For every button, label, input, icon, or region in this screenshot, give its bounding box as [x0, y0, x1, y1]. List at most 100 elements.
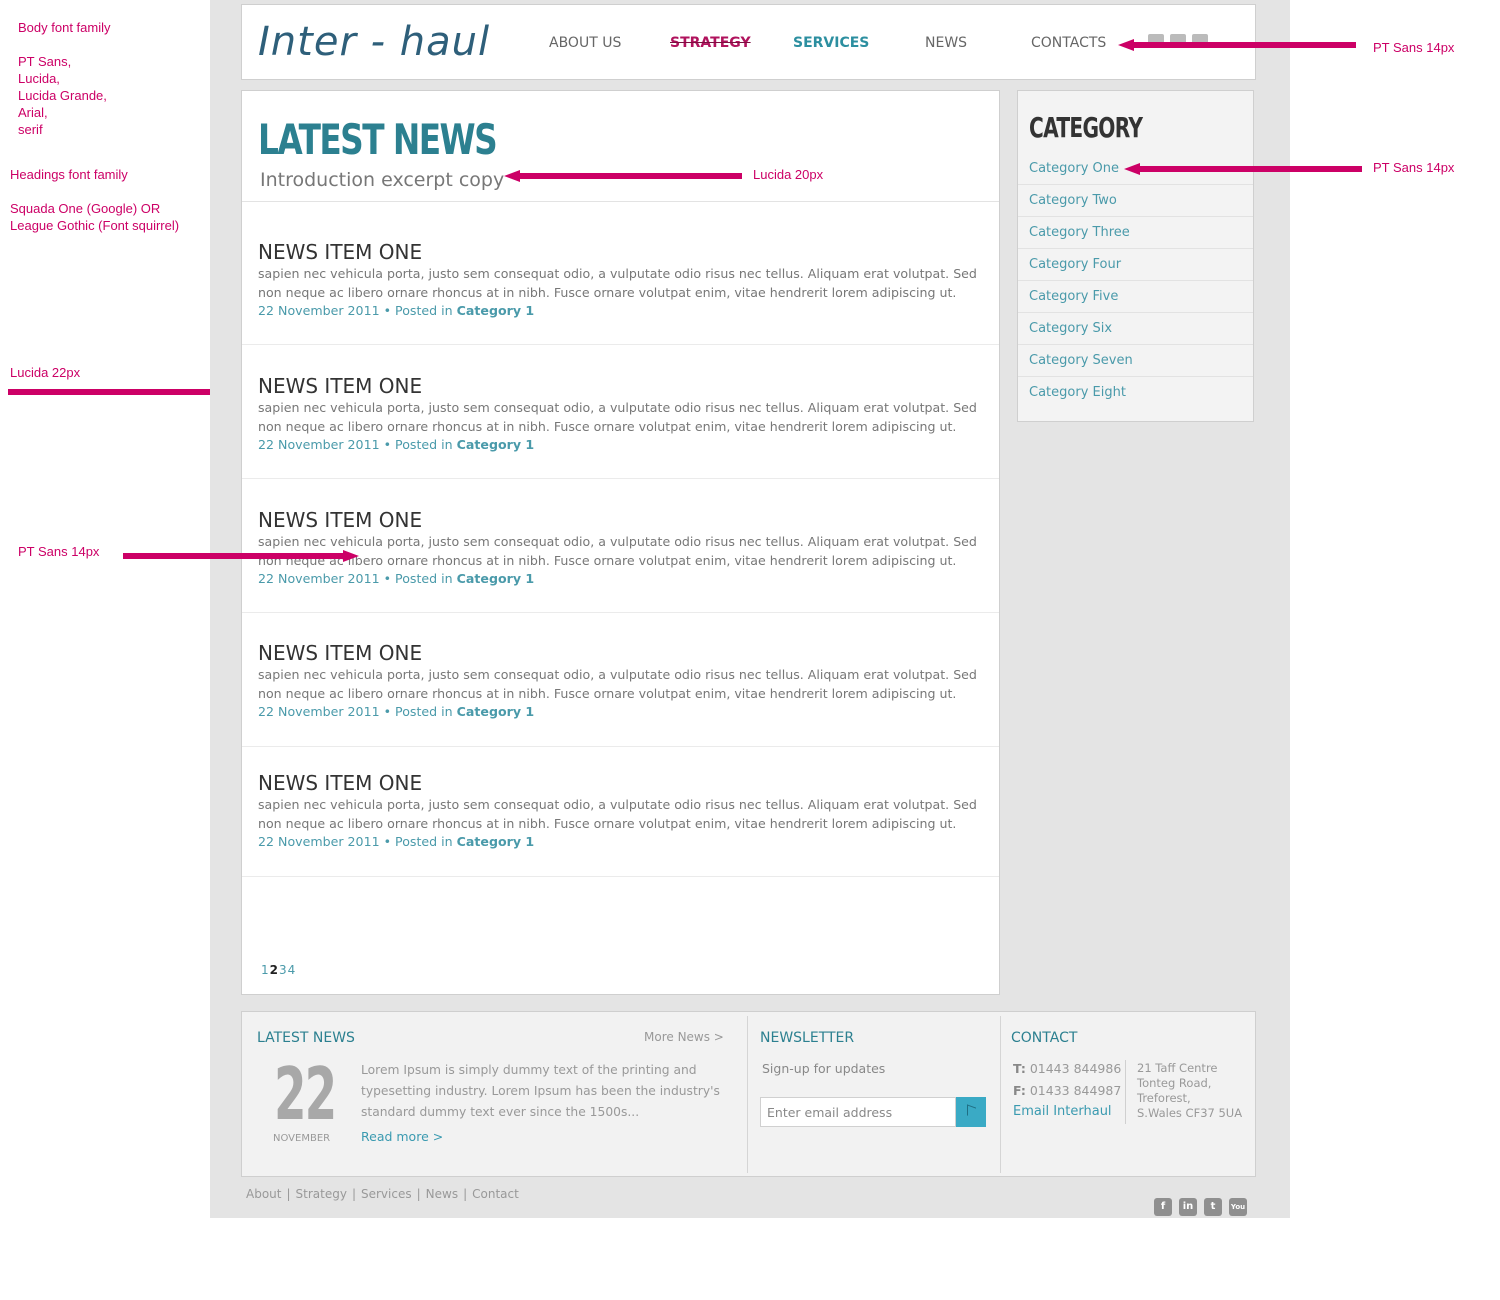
news-item-meta: 22 November 2011 • Posted in Category 1	[258, 437, 534, 452]
news-item-meta: 22 November 2011 • Posted in Category 1	[258, 303, 534, 318]
news-item-category-link[interactable]: Category 1	[457, 571, 535, 586]
main-content: LATEST NEWS Introduction excerpt copy NE…	[241, 90, 1000, 995]
category-link-eight[interactable]: Category Eight	[1018, 377, 1253, 409]
site-logo[interactable]: Inter - haul	[258, 19, 490, 65]
news-item-posted-in: • Posted in	[383, 437, 453, 452]
news-item-date: 22 November 2011	[258, 437, 380, 452]
contact-address: 21 Taff Centre Tonteg Road, Treforest, S…	[1137, 1061, 1243, 1120]
nav-contacts[interactable]: CONTACTS	[1031, 35, 1106, 51]
category-link-five[interactable]: Category Five	[1018, 281, 1253, 313]
bottom-link-news[interactable]: News	[426, 1187, 458, 1201]
facebook-icon[interactable]: f	[1154, 1198, 1172, 1216]
annotation-news-body-font: PT Sans 14px	[18, 544, 100, 559]
news-item: NEWS ITEM ONE sapien nec vehicula porta,…	[242, 747, 999, 877]
nav-news[interactable]: NEWS	[925, 35, 967, 51]
annotation-intro-font: Lucida 20px	[753, 167, 824, 182]
footer-social-icons: f in t You	[1154, 1194, 1254, 1216]
footer-latest-news-heading: LATEST NEWS	[257, 1030, 355, 1046]
page-intro: Introduction excerpt copy	[260, 169, 505, 191]
newsletter-email-input[interactable]	[760, 1097, 956, 1127]
news-item: NEWS ITEM ONE sapien nec vehicula porta,…	[242, 202, 999, 345]
footer-divider	[747, 1016, 748, 1173]
bottom-nav: About | Strategy | Services | News | Contact	[246, 1187, 519, 1201]
news-item-meta: 22 November 2011 • Posted in Category 1	[258, 704, 534, 719]
annotation-body-font-title: Body font family	[18, 20, 111, 35]
news-item-title[interactable]: NEWS ITEM ONE	[258, 771, 422, 795]
category-link-two[interactable]: Category Two	[1018, 185, 1253, 217]
category-link-four[interactable]: Category Four	[1018, 249, 1253, 281]
news-date-day: 22	[274, 1052, 337, 1136]
newsletter-submit-button[interactable]	[956, 1097, 986, 1127]
annotation-arrow	[1118, 39, 1356, 51]
fax-number: 01433 844987	[1029, 1083, 1122, 1098]
category-list: Category One Category Two Category Three…	[1018, 153, 1253, 409]
news-item-body: sapien nec vehicula porta, justo sem con…	[258, 534, 977, 568]
contact-email-link[interactable]: Email Interhaul	[1013, 1104, 1112, 1119]
news-item-title[interactable]: NEWS ITEM ONE	[258, 641, 422, 665]
annotation-arrow	[504, 170, 742, 182]
news-item-posted-in: • Posted in	[383, 834, 453, 849]
address-divider	[1125, 1060, 1126, 1124]
fax-label: F:	[1013, 1083, 1026, 1098]
category-sidebar: CATEGORY Category One Category Two Categ…	[1017, 90, 1254, 422]
news-item-date: 22 November 2011	[258, 704, 380, 719]
news-item: NEWS ITEM ONE sapien nec vehicula porta,…	[242, 613, 999, 747]
newsletter-subtitle: Sign-up for updates	[762, 1061, 886, 1076]
news-item-body: sapien nec vehicula porta, justo sem con…	[258, 797, 977, 831]
footer-divider	[1000, 1016, 1001, 1173]
news-item-date: 22 November 2011	[258, 834, 380, 849]
linkedin-icon[interactable]: in	[1179, 1198, 1197, 1216]
news-item-category-link[interactable]: Category 1	[457, 303, 535, 318]
news-item-category-link[interactable]: Category 1	[457, 834, 535, 849]
annotation-body-font-stack: PT Sans, Lucida, Lucida Grande, Arial, s…	[18, 54, 107, 137]
news-item-title[interactable]: NEWS ITEM ONE	[258, 508, 422, 532]
category-link-six[interactable]: Category Six	[1018, 313, 1253, 345]
page-link-4[interactable]: 4	[288, 963, 296, 977]
bottom-link-about[interactable]: About	[246, 1187, 281, 1201]
annotation-headings-font-title: Headings font family	[10, 167, 128, 182]
news-item-date: 22 November 2011	[258, 571, 380, 586]
nav-about-us[interactable]: ABOUT US	[549, 35, 621, 51]
page-link-1[interactable]: 1	[261, 963, 269, 977]
footer-newsletter-heading: NEWSLETTER	[760, 1030, 855, 1046]
news-item-title[interactable]: NEWS ITEM ONE	[258, 374, 422, 398]
page-link-3[interactable]: 3	[279, 963, 287, 977]
more-news-link[interactable]: More News >	[644, 1030, 724, 1044]
annotation-arrow	[1124, 163, 1362, 175]
page-link-2[interactable]: 2	[270, 963, 278, 977]
sidebar-title: CATEGORY	[1029, 111, 1143, 144]
contact-fax: F: 01433 844987	[1013, 1083, 1121, 1098]
site-footer: LATEST NEWS More News > 22 NOVEMBER Lore…	[241, 1011, 1256, 1177]
news-item-meta: 22 November 2011 • Posted in Category 1	[258, 834, 534, 849]
news-item-title[interactable]: NEWS ITEM ONE	[258, 240, 422, 264]
annotation-arrow	[8, 386, 244, 398]
read-more-link[interactable]: Read more >	[361, 1129, 443, 1144]
bottom-link-strategy[interactable]: Strategy	[296, 1187, 347, 1201]
news-item-posted-in: • Posted in	[383, 571, 453, 586]
nav-services[interactable]: SERVICES	[793, 35, 869, 51]
news-item-category-link[interactable]: Category 1	[457, 704, 535, 719]
footer-news-excerpt: Lorem Ipsum is simply dummy text of the …	[361, 1063, 720, 1119]
bottom-link-services[interactable]: Services	[361, 1187, 412, 1201]
news-item-posted-in: • Posted in	[383, 303, 453, 318]
annotation-nav-font: PT Sans 14px	[1373, 40, 1455, 55]
page-title: LATEST NEWS	[258, 115, 498, 164]
annotation-headings-font-stack: Squada One (Google) OR League Gothic (Fo…	[10, 201, 180, 233]
category-link-seven[interactable]: Category Seven	[1018, 345, 1253, 377]
news-item-category-link[interactable]: Category 1	[457, 437, 535, 452]
bottom-link-contact[interactable]: Contact	[472, 1187, 519, 1201]
news-item: NEWS ITEM ONE sapien nec vehicula porta,…	[242, 345, 999, 479]
news-item-posted-in: • Posted in	[383, 704, 453, 719]
category-link-three[interactable]: Category Three	[1018, 217, 1253, 249]
youtube-icon[interactable]: You	[1229, 1198, 1247, 1216]
pagination: 1234	[261, 963, 296, 977]
footer-contact-heading: CONTACT	[1011, 1030, 1078, 1046]
nav-strategy[interactable]: STRATEGY	[670, 35, 751, 51]
news-item-body: sapien nec vehicula porta, justo sem con…	[258, 667, 977, 701]
phone-label: T:	[1013, 1061, 1026, 1076]
news-date-month: NOVEMBER	[273, 1133, 331, 1144]
twitter-icon[interactable]: t	[1204, 1198, 1222, 1216]
news-item: NEWS ITEM ONE sapien nec vehicula porta,…	[242, 479, 999, 613]
news-item-body: sapien nec vehicula porta, justo sem con…	[258, 400, 977, 434]
phone-number: 01443 844986	[1029, 1061, 1122, 1076]
